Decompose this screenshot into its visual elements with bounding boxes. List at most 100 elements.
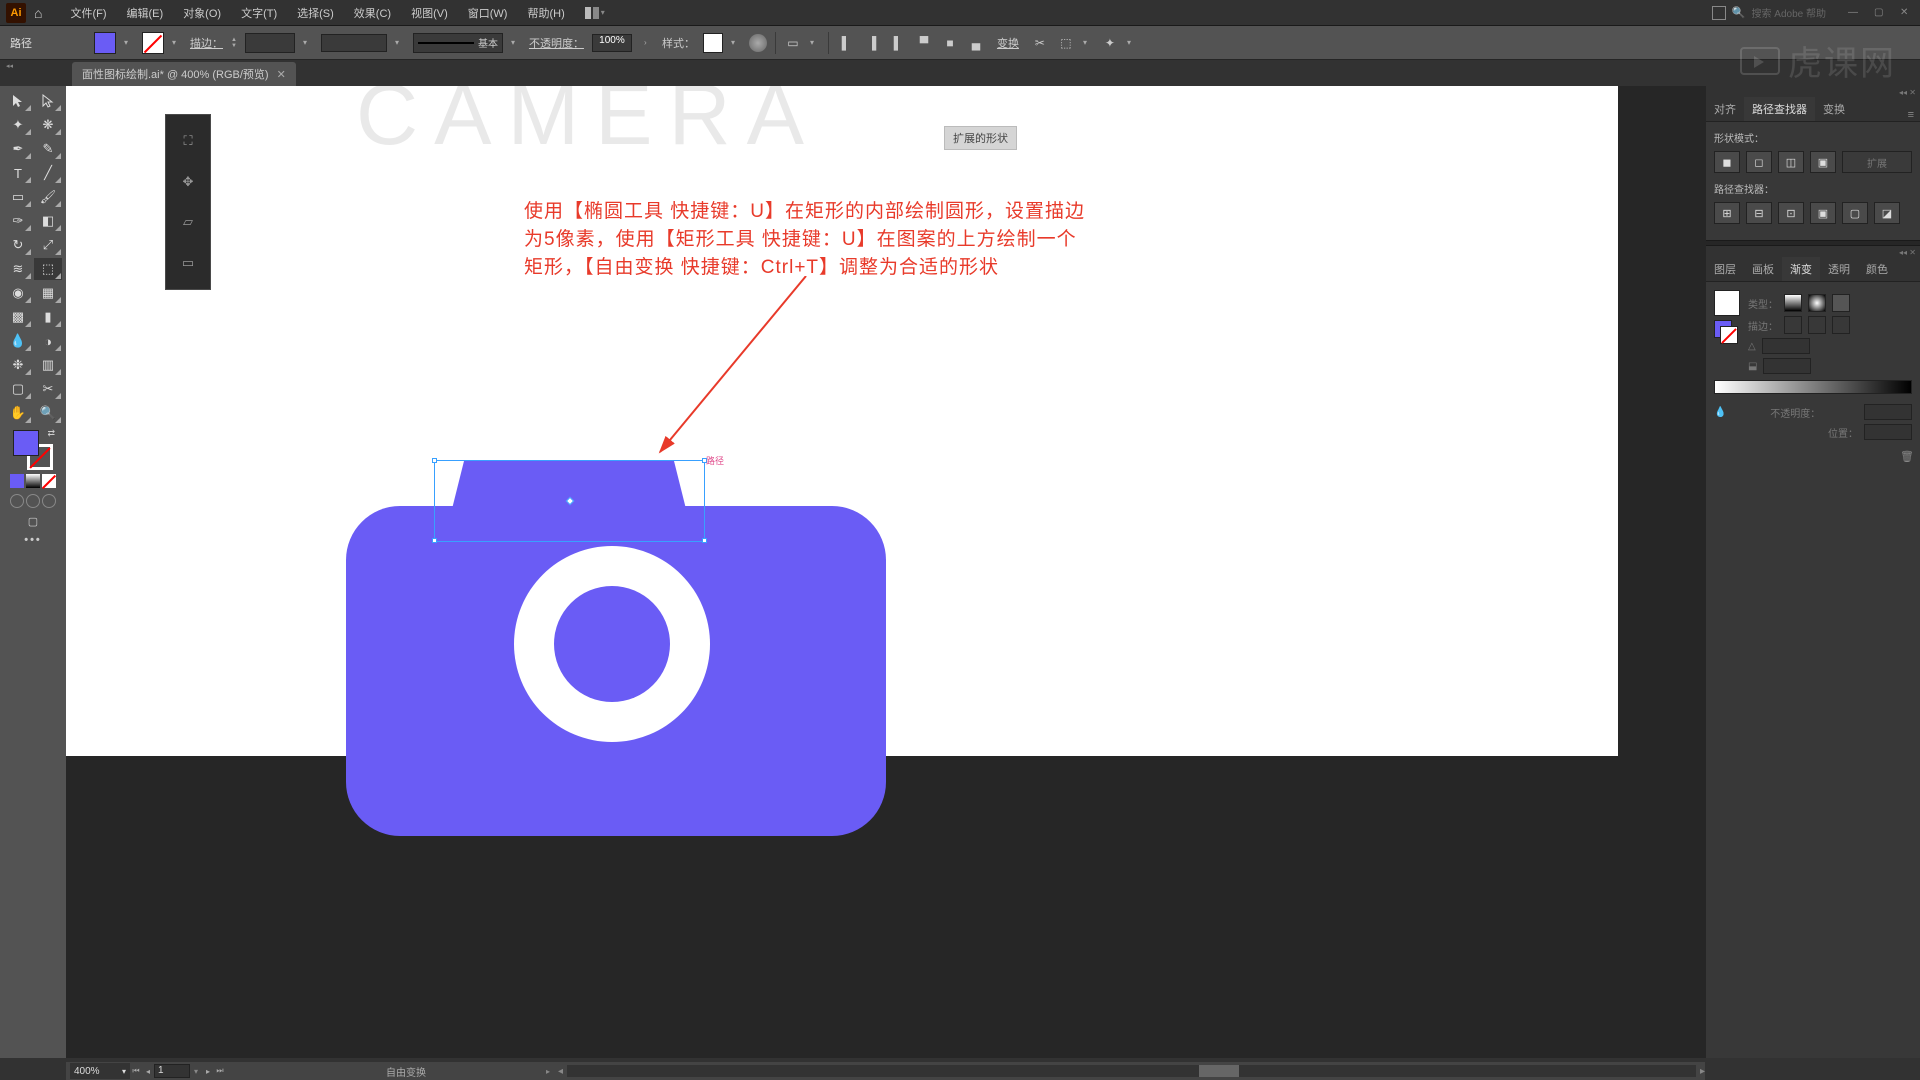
crop-icon[interactable]: ▣ bbox=[1810, 202, 1836, 224]
stepper-down-icon[interactable]: ▼ bbox=[231, 43, 237, 49]
gradient-preview-swatch[interactable] bbox=[1714, 290, 1740, 316]
align-to-icon[interactable]: ▭ bbox=[784, 34, 802, 52]
artboard-tool[interactable]: ▢ bbox=[4, 378, 32, 400]
search-icon[interactable]: 🔍 bbox=[1732, 6, 1746, 19]
search-placeholder[interactable]: 搜索 Adobe 帮助 bbox=[1752, 5, 1826, 20]
menu-window[interactable]: 窗口(W) bbox=[458, 5, 518, 21]
magic-wand-tool[interactable]: ✦ bbox=[4, 114, 32, 136]
draw-behind-icon[interactable] bbox=[26, 494, 40, 508]
eyedropper-tool[interactable]: 💧 bbox=[4, 330, 32, 352]
gradient-stop-position[interactable] bbox=[1864, 424, 1912, 440]
select-similar-icon[interactable]: ✦ bbox=[1101, 34, 1119, 52]
next-artboard-icon[interactable]: ▸ bbox=[202, 1067, 214, 1076]
free-distort-icon[interactable]: ▭ bbox=[178, 253, 198, 273]
canvas-area[interactable]: CAMERA 路径 ⛶ ✥ ▱ ▭ 扩展的形状 使用【椭圆工具 快捷键：U】在矩… bbox=[66, 86, 1706, 1058]
menu-type[interactable]: 文字(T) bbox=[231, 5, 287, 21]
fill-dropdown-icon[interactable]: ▾ bbox=[124, 38, 134, 48]
gradient-mode-icon[interactable] bbox=[26, 474, 40, 488]
scale-tool[interactable]: ⤢ bbox=[34, 234, 62, 256]
minimize-icon[interactable]: — bbox=[1848, 7, 1862, 19]
menu-object[interactable]: 对象(O) bbox=[173, 5, 231, 21]
recolor-artwork-icon[interactable] bbox=[749, 34, 767, 52]
radial-gradient-icon[interactable] bbox=[1808, 294, 1826, 312]
gradient-aspect-input[interactable] bbox=[1763, 358, 1811, 374]
align-right-icon[interactable]: ▌ bbox=[889, 34, 907, 52]
home-icon[interactable]: ⌂ bbox=[34, 5, 42, 21]
transform-label[interactable]: 变换 bbox=[997, 35, 1019, 51]
gradient-ramp[interactable] bbox=[1714, 380, 1912, 394]
blend-tool[interactable]: ◑ bbox=[34, 330, 62, 352]
zoom-tool[interactable]: 🔍 bbox=[34, 402, 62, 424]
menu-file[interactable]: 文件(F) bbox=[60, 5, 116, 21]
close-icon[interactable]: ✕ bbox=[1900, 7, 1914, 19]
menu-effect[interactable]: 效果(C) bbox=[344, 5, 401, 21]
hand-tool[interactable]: ✋ bbox=[4, 402, 32, 424]
screen-mode-icon[interactable]: ▢ bbox=[22, 514, 44, 528]
pen-tool[interactable]: ✒ bbox=[4, 138, 32, 160]
gradient-angle-input[interactable] bbox=[1762, 338, 1810, 354]
free-transform-tool[interactable]: ⬚ bbox=[34, 258, 62, 280]
fill-swatch[interactable] bbox=[94, 32, 116, 54]
tab-pathfinder[interactable]: 路径查找器 bbox=[1744, 97, 1815, 121]
rectangle-tool[interactable]: ▭ bbox=[4, 186, 32, 208]
selection-handle-bl[interactable] bbox=[432, 538, 437, 543]
perspective-grid-tool[interactable]: ▦ bbox=[34, 282, 62, 304]
maximize-icon[interactable]: ▢ bbox=[1874, 7, 1888, 19]
graphic-style-swatch[interactable] bbox=[703, 33, 723, 53]
isolate-icon[interactable]: ✂ bbox=[1031, 34, 1049, 52]
close-tab-icon[interactable]: ✕ bbox=[277, 68, 286, 81]
artboard[interactable]: CAMERA 路径 ⛶ ✥ ▱ ▭ 扩展的形状 使用【椭圆工具 快捷键：U】在矩… bbox=[66, 86, 1618, 756]
horizontal-scrollbar[interactable] bbox=[567, 1065, 1696, 1077]
width-tool[interactable]: ≋ bbox=[4, 258, 32, 280]
brush-definition[interactable]: 基本 bbox=[413, 33, 503, 53]
paintbrush-tool[interactable]: 🖌 bbox=[34, 186, 62, 208]
collapse-dock-icon[interactable]: ◂◂ bbox=[6, 62, 13, 70]
constrain-icon[interactable]: ⛶ bbox=[178, 131, 198, 151]
scrollbar-thumb[interactable] bbox=[1199, 1065, 1239, 1077]
gradient-stroke-swatch[interactable] bbox=[1720, 326, 1738, 344]
linear-gradient-icon[interactable] bbox=[1784, 294, 1802, 312]
workspace-switcher-icon[interactable] bbox=[1712, 6, 1726, 20]
draw-normal-icon[interactable] bbox=[10, 494, 24, 508]
none-mode-icon[interactable] bbox=[42, 474, 56, 488]
artboard-number-input[interactable]: 1 bbox=[154, 1064, 190, 1078]
slice-tool[interactable]: ✂ bbox=[34, 378, 62, 400]
minus-back-icon[interactable]: ◪ bbox=[1874, 202, 1900, 224]
shape-builder-tool[interactable]: ◉ bbox=[4, 282, 32, 304]
stroke-grad-across-icon[interactable] bbox=[1832, 316, 1850, 334]
free-transform-widget[interactable]: ⛶ ✥ ▱ ▭ bbox=[165, 114, 211, 290]
align-vcenter-icon[interactable]: ■ bbox=[941, 34, 959, 52]
trim-icon[interactable]: ⊟ bbox=[1746, 202, 1772, 224]
scroll-right-icon[interactable]: ▸ bbox=[1700, 1066, 1705, 1077]
first-artboard-icon[interactable]: ⏮ bbox=[130, 1066, 142, 1076]
panel-menu-icon[interactable]: ≡ bbox=[1902, 109, 1920, 121]
type-tool[interactable]: T bbox=[4, 162, 32, 184]
stroke-grad-within-icon[interactable] bbox=[1784, 316, 1802, 334]
exclude-icon[interactable]: ▣ bbox=[1810, 151, 1836, 173]
curvature-tool[interactable]: ✎ bbox=[34, 138, 62, 160]
gradient-tool[interactable]: ▮ bbox=[34, 306, 62, 328]
zoom-level-select[interactable]: 400%▾ bbox=[70, 1063, 130, 1079]
outline-icon[interactable]: ▢ bbox=[1842, 202, 1868, 224]
tab-transform[interactable]: 变换 bbox=[1815, 97, 1853, 121]
stroke-width-input[interactable] bbox=[245, 33, 295, 53]
tab-color[interactable]: 颜色 bbox=[1858, 257, 1896, 281]
edit-toolbar-icon[interactable]: ••• bbox=[24, 534, 42, 546]
selection-handle-tl[interactable] bbox=[432, 458, 437, 463]
tab-artboards[interactable]: 画板 bbox=[1744, 257, 1782, 281]
eyedropper-icon[interactable]: 💧 bbox=[1714, 407, 1726, 418]
line-tool[interactable]: ╱ bbox=[34, 162, 62, 184]
gradient-trash-icon[interactable]: 🗑 bbox=[1706, 448, 1920, 465]
gradient-stop-opacity[interactable] bbox=[1864, 404, 1912, 420]
selection-handle-br[interactable] bbox=[702, 538, 707, 543]
tab-transparency[interactable]: 透明 bbox=[1820, 257, 1858, 281]
divide-icon[interactable]: ⊞ bbox=[1714, 202, 1740, 224]
menu-help[interactable]: 帮助(H) bbox=[517, 5, 574, 21]
direct-selection-tool[interactable] bbox=[34, 90, 62, 112]
variable-width-profile[interactable] bbox=[321, 34, 387, 52]
menu-select[interactable]: 选择(S) bbox=[287, 5, 344, 21]
align-bottom-icon[interactable]: ▄ bbox=[967, 34, 985, 52]
tab-align[interactable]: 对齐 bbox=[1706, 97, 1744, 121]
prev-artboard-icon[interactable]: ◂ bbox=[142, 1067, 154, 1076]
shaper-tool[interactable]: ✑ bbox=[4, 210, 32, 232]
